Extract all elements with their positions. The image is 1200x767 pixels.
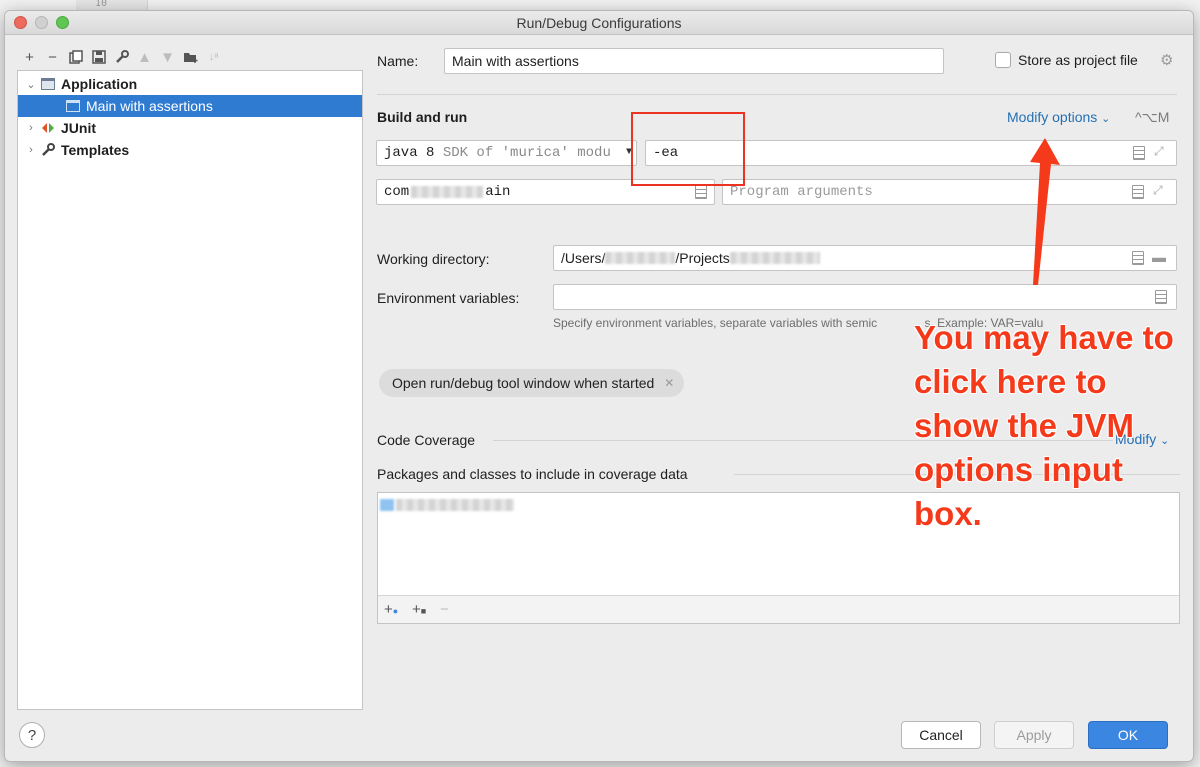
help-button[interactable]: ? — [19, 722, 45, 748]
insert-macro-icon[interactable] — [1132, 251, 1144, 265]
tree-item-label: Main with assertions — [86, 98, 213, 114]
env-hint-text: Specify environment variables, separate … — [553, 316, 878, 330]
store-project-checkbox[interactable] — [995, 52, 1011, 68]
application-icon — [39, 77, 57, 91]
main-class-suffix: ain — [485, 184, 511, 200]
save-icon[interactable] — [87, 46, 110, 68]
open-tool-window-chip[interactable]: Open run/debug tool window when started … — [379, 369, 685, 397]
working-dir-prefix: /Users/ — [561, 250, 606, 266]
editor-gutter: 10 — [76, 0, 148, 10]
build-run-title: Build and run — [377, 109, 468, 125]
chip-label: Open run/debug tool window when started — [392, 375, 655, 391]
folder-add-icon[interactable] — [179, 46, 202, 68]
chevron-right-icon[interactable]: › — [23, 144, 39, 156]
modify-options-shortcut: ^⌥M — [1135, 109, 1170, 125]
junit-icon — [39, 121, 57, 135]
edit-env-icon[interactable] — [1155, 290, 1167, 304]
main-class-prefix: com — [384, 184, 410, 200]
modify-options-label: Modify options — [1007, 109, 1098, 125]
redacted-text — [396, 499, 514, 511]
program-args-placeholder: Program arguments — [730, 184, 873, 200]
ok-button[interactable]: OK — [1088, 721, 1168, 749]
wrench-icon — [39, 143, 57, 157]
config-toolbar: + − ▲ ▼ ↓ᵃ — [18, 46, 225, 68]
sort-icon[interactable]: ↓ᵃ — [202, 46, 225, 68]
apply-button[interactable]: Apply — [994, 721, 1074, 749]
jre-detail: SDK of 'murica' modu — [442, 145, 611, 161]
highlight-box — [631, 112, 745, 186]
tree-item-label: JUnit — [61, 120, 96, 136]
jre-version: java 8 — [384, 145, 435, 161]
working-dir-label: Working directory: — [377, 251, 490, 267]
application-icon — [64, 99, 82, 113]
package-icon — [380, 499, 394, 511]
tree-item-templates[interactable]: › Templates — [18, 139, 362, 161]
folder-icon[interactable]: ▬ — [1152, 249, 1166, 265]
wrench-icon[interactable] — [110, 46, 133, 68]
env-vars-label: Environment variables: — [377, 290, 520, 306]
chevron-down-icon: ⌄ — [1101, 113, 1111, 125]
annotation-text: You may have to click here to show the J… — [914, 319, 1174, 532]
packages-label: Packages and classes to include in cover… — [377, 466, 688, 482]
redacted-text — [729, 252, 820, 264]
coverage-list-toolbar: +● +■ − — [378, 595, 1179, 623]
arrow-up-icon[interactable]: ▲ — [133, 46, 156, 68]
browse-icon[interactable] — [695, 185, 707, 199]
tree-item-label: Templates — [61, 142, 130, 158]
expand-text-icon[interactable] — [1133, 146, 1145, 160]
tree-item-label: Application — [61, 76, 138, 92]
expand-field-icon[interactable]: ⤢ — [1153, 184, 1163, 198]
working-dir-suffix: /Projects — [675, 250, 730, 266]
working-dir-field[interactable]: /Users/ /Projects ▬ — [553, 245, 1177, 271]
program-args-field[interactable]: Program arguments ⤢ — [722, 179, 1177, 205]
name-label: Name: — [377, 53, 419, 69]
jre-select[interactable]: java 8 SDK of 'murica' modu ▼ — [376, 140, 637, 166]
redacted-text — [605, 252, 676, 264]
chevron-down-icon[interactable]: ⌄ — [23, 78, 39, 91]
window-title: Run/Debug Configurations — [516, 15, 682, 31]
minus-icon[interactable]: − — [41, 46, 64, 68]
tree-item-main-with-assertions[interactable]: Main with assertions — [18, 95, 362, 117]
store-project-label: Store as project file — [1018, 52, 1138, 68]
close-icon[interactable]: ✕ — [664, 376, 674, 390]
expand-field-icon[interactable]: ⤢ — [1154, 145, 1164, 159]
divider — [377, 94, 1177, 95]
name-value: Main with assertions — [452, 53, 579, 69]
redacted-text — [411, 186, 484, 198]
name-field[interactable]: Main with assertions — [444, 48, 944, 74]
plus-icon[interactable]: + — [18, 46, 41, 68]
arrow-down-icon[interactable]: ▼ — [156, 46, 179, 68]
chevron-right-icon[interactable]: › — [23, 122, 39, 134]
modify-options-link[interactable]: Modify options ⌄ — [1007, 109, 1110, 125]
add-package-icon[interactable]: +■ — [412, 601, 432, 618]
config-tree: ⌄ Application Main with assertions › JUn… — [17, 70, 363, 710]
env-vars-field[interactable] — [553, 284, 1177, 310]
cancel-button[interactable]: Cancel — [901, 721, 981, 749]
tree-item-junit[interactable]: › JUnit — [18, 117, 362, 139]
code-coverage-label: Code Coverage — [377, 432, 476, 448]
copy-icon[interactable] — [64, 46, 87, 68]
tree-item-application[interactable]: ⌄ Application — [18, 73, 362, 95]
add-class-icon[interactable]: +● — [384, 601, 404, 618]
remove-icon[interactable]: − — [440, 601, 460, 618]
title-bar: Run/Debug Configurations — [5, 11, 1193, 35]
expand-text-icon[interactable] — [1132, 185, 1144, 199]
gear-icon[interactable]: ⚙ — [1160, 51, 1173, 69]
